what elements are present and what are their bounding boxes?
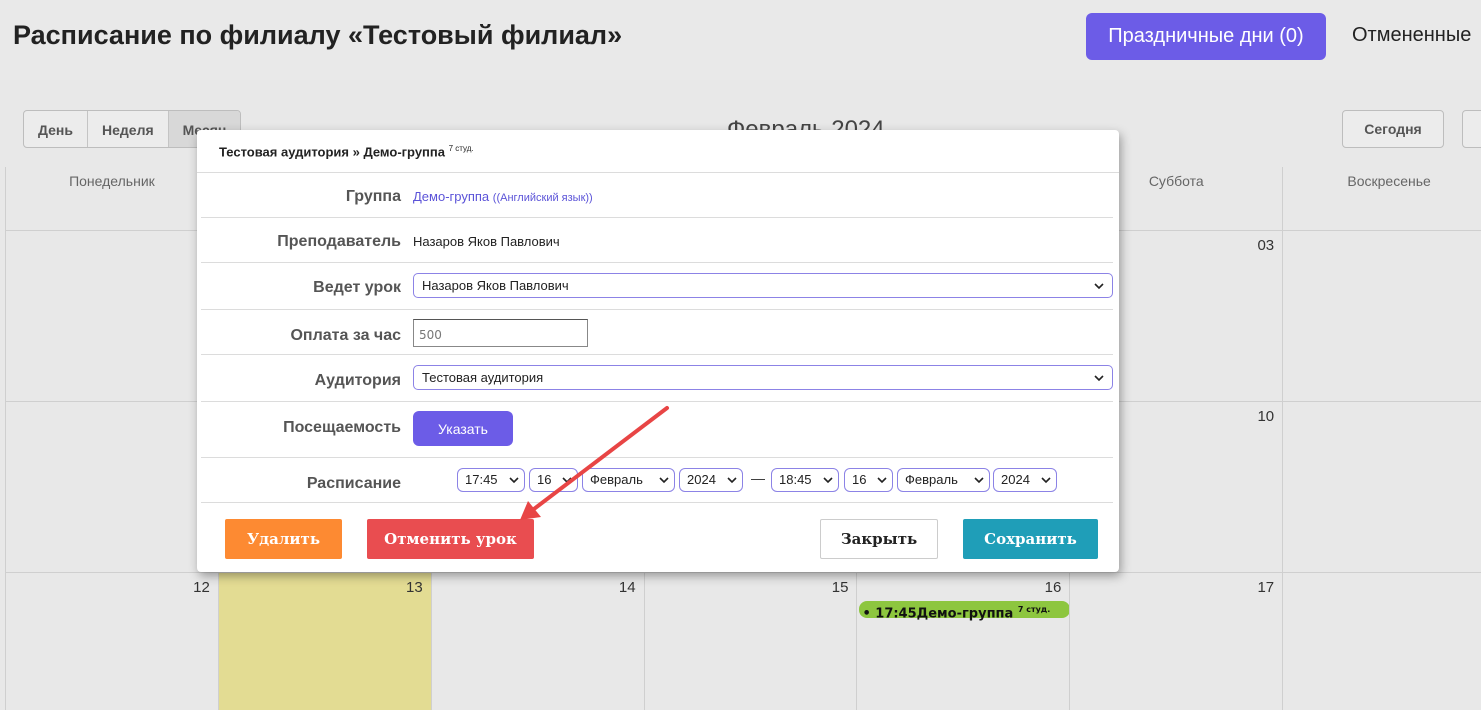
chevron-down-icon <box>509 477 519 484</box>
page-title: Расписание по филиалу «Тестовый филиал» <box>13 20 623 50</box>
room-select[interactable]: Тестовая аудитория <box>413 365 1113 390</box>
day-cell[interactable]: 16 • 17:45Демо-группа 7 студ. <box>856 573 1071 710</box>
day-number: 13 <box>406 579 423 596</box>
delete-button[interactable]: Удалить <box>225 519 342 559</box>
day-cell[interactable] <box>1282 573 1481 710</box>
modal-title: Тестовая аудитория » Демо-группа 7 студ. <box>197 130 1119 173</box>
schedule-label: Расписание <box>306 475 401 492</box>
modal-body: Группа Демо-группа ((Английский язык)) П… <box>201 173 1113 573</box>
weekday-header: Воскресенье <box>1282 167 1481 231</box>
chevron-down-icon <box>727 477 737 484</box>
modal-footer: Удалить Отменить урок Закрыть Сохранить <box>201 503 1113 573</box>
group-label: Группа <box>345 188 401 205</box>
start-day-select[interactable]: 16 <box>529 468 578 492</box>
week-row: 12 13 14 15 16 • 17:45Демо-группа 7 студ… <box>5 573 1481 710</box>
day-number: 17 <box>1257 579 1275 596</box>
leads-row: Ведет урок Назаров Яков Павлович <box>201 263 1113 310</box>
chevron-down-icon <box>877 477 887 484</box>
start-time-select[interactable]: 17:45 <box>457 468 525 492</box>
pay-row: Оплата за час 500 <box>201 310 1113 355</box>
weekday-header: Понедельник <box>5 167 218 231</box>
day-cell[interactable] <box>1282 231 1481 402</box>
close-button[interactable]: Закрыть <box>820 519 938 559</box>
day-number: 03 <box>1257 237 1275 254</box>
holidays-button[interactable]: Праздничные дни (0) <box>1086 13 1326 60</box>
day-number: 14 <box>618 579 636 596</box>
schedule-separator: — <box>751 470 765 486</box>
group-row: Группа Демо-группа ((Английский язык)) <box>201 173 1113 218</box>
day-cell[interactable] <box>1282 402 1481 573</box>
event-name: Демо-группа <box>916 606 1014 622</box>
day-cell[interactable]: 12 <box>5 573 218 710</box>
end-day-value: 16 <box>852 472 867 487</box>
end-year-select[interactable]: 2024 <box>993 468 1057 492</box>
end-month-value: Февраль <box>905 472 958 487</box>
end-time-value: 18:45 <box>779 472 812 487</box>
start-month-value: Февраль <box>590 472 643 487</box>
attendance-button[interactable]: Указать <box>413 411 513 446</box>
teacher-row: Преподаватель Назаров Яков Павлович <box>201 218 1113 263</box>
pay-label: Оплата за час <box>290 327 401 344</box>
day-cell[interactable]: 15 <box>643 573 857 710</box>
start-year-value: 2024 <box>687 472 716 487</box>
lesson-modal: Тестовая аудитория » Демо-группа 7 студ.… <box>197 130 1119 572</box>
leads-select-value: Назаров Яков Павлович <box>422 278 569 293</box>
attendance-label: Посещаемость <box>283 419 401 436</box>
cancel-lesson-button[interactable]: Отменить урок <box>367 519 534 559</box>
start-day-value: 16 <box>537 472 552 487</box>
chevron-down-icon <box>823 477 833 484</box>
schedule-row: Расписание 17:45 16 Февраль 2024 — 18:45… <box>201 458 1113 503</box>
day-number: 16 <box>1044 579 1062 596</box>
chevron-down-icon <box>1094 283 1104 290</box>
group-name: Демо-группа <box>413 189 490 204</box>
modal-title-students: 7 студ. <box>448 144 474 153</box>
teacher-value: Назаров Яков Павлович <box>413 234 560 249</box>
today-cell[interactable]: 13 <box>217 573 431 710</box>
end-day-select[interactable]: 16 <box>844 468 893 492</box>
group-link[interactable]: Демо-группа ((Английский язык)) <box>413 189 593 204</box>
day-number: 10 <box>1257 408 1275 425</box>
attendance-row: Посещаемость Указать <box>201 402 1113 458</box>
next-month-button[interactable] <box>1462 110 1481 148</box>
chevron-down-icon <box>1041 477 1051 484</box>
view-day-button[interactable]: День <box>24 111 88 147</box>
day-cell[interactable] <box>5 231 218 402</box>
modal-title-text: Тестовая аудитория » Демо-группа <box>219 144 445 160</box>
event-students: 7 студ. <box>1017 605 1051 614</box>
group-subject: ((Английский язык)) <box>492 192 593 204</box>
end-year-value: 2024 <box>1001 472 1030 487</box>
cancelled-link[interactable]: Отмененные <box>1352 24 1471 47</box>
start-time-value: 17:45 <box>465 472 498 487</box>
calendar-event[interactable]: • 17:45Демо-группа 7 студ. <box>859 601 1071 622</box>
chevron-down-icon <box>974 477 984 484</box>
chevron-down-icon <box>659 477 669 484</box>
day-number: 15 <box>831 579 849 596</box>
room-select-value: Тестовая аудитория <box>422 370 544 385</box>
day-cell[interactable]: 14 <box>430 573 644 710</box>
end-time-select[interactable]: 18:45 <box>771 468 839 492</box>
chevron-down-icon <box>562 477 572 484</box>
save-button[interactable]: Сохранить <box>963 519 1098 559</box>
today-button[interactable]: Сегодня <box>1342 110 1444 148</box>
day-cell[interactable] <box>5 402 218 573</box>
day-number: 12 <box>193 579 210 596</box>
teacher-label: Преподаватель <box>277 233 401 250</box>
room-label: Аудитория <box>314 372 401 389</box>
view-week-button[interactable]: Неделя <box>88 111 169 147</box>
pay-input[interactable]: 500 <box>413 319 588 347</box>
end-month-select[interactable]: Февраль <box>897 468 990 492</box>
leads-label: Ведет урок <box>313 279 401 296</box>
page-header: Расписание по филиалу «Тестовый филиал» … <box>0 0 1481 80</box>
start-year-select[interactable]: 2024 <box>679 468 743 492</box>
start-month-select[interactable]: Февраль <box>582 468 675 492</box>
event-time: • 17:45 <box>862 606 917 622</box>
leads-select[interactable]: Назаров Яков Павлович <box>413 273 1113 298</box>
room-row: Аудитория Тестовая аудитория <box>201 355 1113 402</box>
day-cell[interactable]: 17 <box>1069 573 1282 710</box>
chevron-down-icon <box>1094 375 1104 382</box>
